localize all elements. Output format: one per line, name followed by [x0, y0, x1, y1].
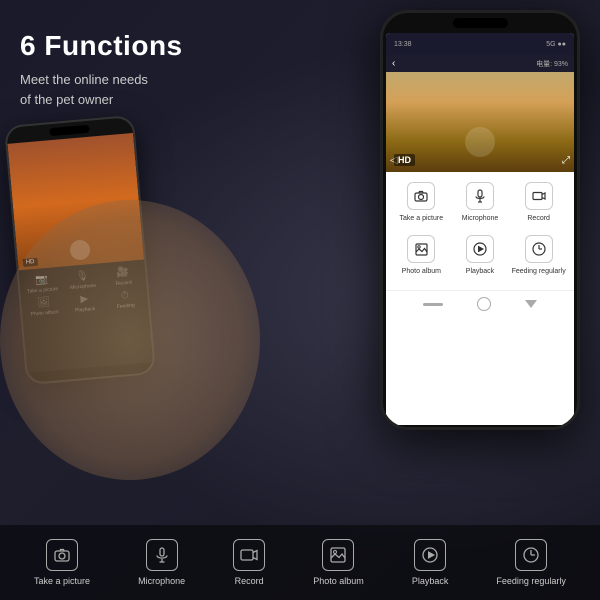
- page-content: 6 Functions Meet the online needs of the…: [0, 0, 600, 600]
- status-icons: 5G ●●: [546, 41, 566, 48]
- feeding-icon: [525, 235, 553, 263]
- bottom-playback-label: Playback: [412, 576, 449, 586]
- bottom-photo-album-icon: [322, 539, 354, 571]
- bottom-feeding-icon: [515, 539, 547, 571]
- bottom-item-photo-album[interactable]: Photo album: [313, 539, 364, 586]
- bottom-item-record[interactable]: Record: [233, 539, 265, 586]
- controls-grid: Take a picture Microphone: [390, 182, 570, 276]
- hand-decoration: [0, 200, 260, 480]
- bottom-camera-icon: [46, 539, 78, 571]
- left-text-section: 6 Functions Meet the online needs of the…: [20, 30, 183, 109]
- bottom-item-feeding[interactable]: Feeding regularly: [496, 539, 566, 586]
- microphone-label: Microphone: [462, 214, 499, 223]
- camera-bar: ‹ 电量: 93%: [386, 55, 574, 72]
- bottom-record-icon: [233, 539, 265, 571]
- record-label: Record: [527, 214, 550, 223]
- video-feed: ◁ HD ⤢: [386, 72, 574, 172]
- battery-percent: 电量: 93%: [536, 59, 568, 69]
- bottom-item-microphone[interactable]: Microphone: [138, 539, 185, 586]
- ctrl-microphone[interactable]: Microphone: [453, 182, 508, 223]
- feeding-label: Feeding regularly: [512, 267, 566, 276]
- large-phone-notch: [453, 18, 508, 28]
- status-time: 13:38: [394, 41, 412, 48]
- playback-label: Playback: [466, 267, 494, 276]
- ctrl-playback[interactable]: Playback: [453, 235, 508, 276]
- status-bar: 13:38 5G ●●: [386, 33, 574, 55]
- phone-nav-bar: [386, 290, 574, 317]
- bottom-take-picture-label: Take a picture: [34, 576, 90, 586]
- bottom-microphone-label: Microphone: [138, 576, 185, 586]
- fullscreen-icon[interactable]: ⤢: [562, 155, 570, 166]
- large-phone: 13:38 5G ●● ‹ 电量: 93% ◁ HD ⤢: [380, 10, 580, 430]
- bottom-item-take-picture[interactable]: Take a picture: [34, 539, 90, 586]
- app-controls: Take a picture Microphone: [386, 172, 574, 282]
- back-button[interactable]: ‹: [392, 58, 395, 69]
- bottom-item-playback[interactable]: Playback: [412, 539, 449, 586]
- nav-menu-icon[interactable]: [423, 303, 443, 306]
- page-subtitle: Meet the online needs of the pet owner: [20, 70, 183, 109]
- nav-home-icon[interactable]: [477, 297, 491, 311]
- photo-album-label: Photo album: [402, 267, 441, 276]
- take-picture-label: Take a picture: [400, 214, 444, 223]
- small-phone-notch: [49, 125, 90, 136]
- bottom-microphone-icon: [146, 539, 178, 571]
- ctrl-record[interactable]: Record: [511, 182, 566, 223]
- microphone-icon: [466, 182, 494, 210]
- bottom-playback-icon: [414, 539, 446, 571]
- playback-icon: [466, 235, 494, 263]
- large-phone-screen: 13:38 5G ●● ‹ 电量: 93% ◁ HD ⤢: [386, 33, 574, 425]
- bottom-record-label: Record: [235, 576, 264, 586]
- record-icon: [525, 182, 553, 210]
- bottom-photo-album-label: Photo album: [313, 576, 364, 586]
- bottom-feeding-label: Feeding regularly: [496, 576, 566, 586]
- ctrl-photo-album[interactable]: Photo album: [394, 235, 449, 276]
- nav-back-icon[interactable]: [525, 300, 537, 308]
- hd-badge: HD: [394, 154, 415, 166]
- page-title: 6 Functions: [20, 30, 183, 62]
- bottom-icon-bar: Take a picture Microphone Record: [0, 525, 600, 600]
- camera-icon: [407, 182, 435, 210]
- ctrl-feeding[interactable]: Feeding regularly: [511, 235, 566, 276]
- ctrl-take-picture[interactable]: Take a picture: [394, 182, 449, 223]
- photo-album-icon: [407, 235, 435, 263]
